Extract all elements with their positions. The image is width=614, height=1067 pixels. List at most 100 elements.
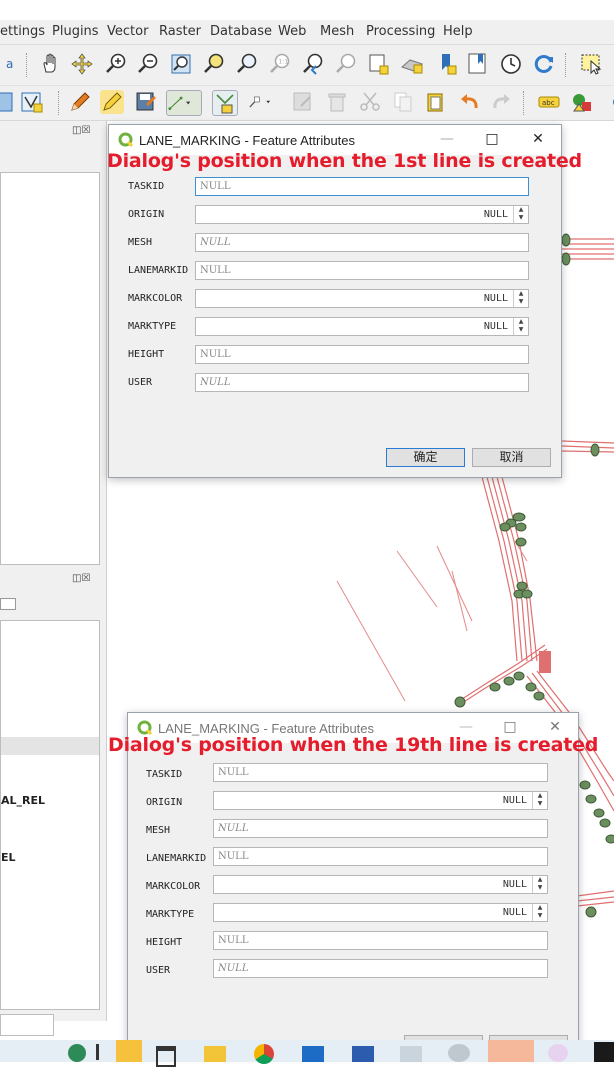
ok-button[interactable]: 确定 xyxy=(386,448,465,467)
panel-float-close-icon[interactable]: ◫☒ xyxy=(72,125,90,136)
marktype-spinbox[interactable]: NULL ▲ ▼ xyxy=(195,317,529,336)
cut-icon[interactable] xyxy=(358,90,382,114)
height-field[interactable]: NULL xyxy=(213,931,548,950)
menu-help[interactable]: Help xyxy=(443,24,473,39)
taskid-field[interactable]: NULL xyxy=(195,177,529,196)
toggle-editing-icon[interactable] xyxy=(100,90,124,114)
menu-vector[interactable]: Vector xyxy=(107,24,148,39)
menu-settings[interactable]: ettings xyxy=(0,24,45,39)
spin-arrows-icon[interactable]: ▲ ▼ xyxy=(513,206,528,223)
modify-table-icon[interactable] xyxy=(291,90,315,114)
refresh-icon[interactable] xyxy=(532,52,556,76)
globe-icon[interactable] xyxy=(68,1044,86,1062)
menu-web[interactable]: Web xyxy=(278,24,306,39)
zoom-to-layer-icon[interactable] xyxy=(235,52,259,76)
origin-spinbox[interactable]: NULL ▲ ▼ xyxy=(195,205,529,224)
add-layer-icon[interactable] xyxy=(0,598,16,610)
field-label: MARKCOLOR xyxy=(128,293,183,304)
app-icon[interactable] xyxy=(400,1046,422,1062)
zoom-next-icon[interactable] xyxy=(334,52,358,76)
paint-icon[interactable] xyxy=(448,1044,470,1062)
lanemarkid-field[interactable]: NULL xyxy=(195,261,529,280)
undo-icon[interactable] xyxy=(457,90,481,114)
redo-icon[interactable] xyxy=(490,90,514,114)
navigation-toolbar: 1:1 a xyxy=(0,45,614,86)
minimize-icon[interactable]: — xyxy=(438,131,456,147)
close-icon[interactable]: ✕ xyxy=(529,131,547,147)
spin-arrows-icon[interactable]: ▲ ▼ xyxy=(513,290,528,307)
select-features-icon[interactable] xyxy=(580,52,604,76)
show-bookmarks-icon[interactable] xyxy=(400,52,424,76)
menu-plugins[interactable]: Plugins xyxy=(52,24,99,39)
taskid-field[interactable]: NULL xyxy=(213,763,548,782)
show-spatial-bookmarks-icon[interactable] xyxy=(466,52,490,76)
digitize-icon[interactable] xyxy=(20,90,44,114)
copy-icon[interactable] xyxy=(391,90,415,114)
pan-icon[interactable] xyxy=(38,52,62,76)
overflow-icon[interactable] xyxy=(602,90,614,114)
select-icon[interactable]: a xyxy=(0,52,13,76)
zoom-out-icon[interactable] xyxy=(136,52,160,76)
bookmark-icon[interactable] xyxy=(436,52,460,76)
menu-raster[interactable]: Raster xyxy=(159,24,201,39)
annotation-second: Dialog's position when the 19th line is … xyxy=(108,734,599,756)
lanemarkid-field[interactable]: NULL xyxy=(213,847,548,866)
minimize-icon[interactable]: — xyxy=(457,719,475,735)
app-icon[interactable] xyxy=(116,1040,142,1062)
paste-icon[interactable] xyxy=(424,90,448,114)
mesh-field[interactable]: NULL xyxy=(195,233,529,252)
menu-database[interactable]: Database xyxy=(210,24,272,39)
field-label: LANEMARKID xyxy=(128,265,189,276)
style-icon[interactable] xyxy=(570,90,594,114)
panel-float-close-icon[interactable]: ◫☒ xyxy=(72,573,90,584)
zoom-last-icon[interactable] xyxy=(301,52,325,76)
cancel-button[interactable]: 取消 xyxy=(472,448,551,467)
app-icon[interactable] xyxy=(548,1044,568,1062)
field-label: HEIGHT xyxy=(146,937,183,948)
height-field[interactable]: NULL xyxy=(195,345,529,364)
user-field[interactable]: NULL xyxy=(213,959,548,978)
temporal-icon[interactable] xyxy=(499,52,523,76)
delete-icon[interactable] xyxy=(325,90,349,114)
active-app-icon[interactable] xyxy=(488,1040,534,1062)
user-field[interactable]: NULL xyxy=(195,373,529,392)
svg-text:1:1: 1:1 xyxy=(279,59,289,66)
spin-arrows-icon[interactable]: ▲ ▼ xyxy=(513,318,528,335)
menu-mesh[interactable]: Mesh xyxy=(320,24,354,39)
menu-processing[interactable]: Processing xyxy=(366,24,435,39)
markcolor-spinbox[interactable]: NULL ▲ ▼ xyxy=(195,289,529,308)
add-line-icon[interactable] xyxy=(166,90,202,116)
vertex-tool-icon[interactable] xyxy=(212,90,238,116)
search-input[interactable] xyxy=(0,1014,54,1036)
zoom-full-icon[interactable] xyxy=(169,52,193,76)
spin-arrows-icon[interactable]: ▲ ▼ xyxy=(532,792,547,809)
zoom-to-selection-icon[interactable] xyxy=(202,52,226,76)
outlook-icon[interactable] xyxy=(302,1046,324,1062)
annotation-first-overlay: Dialog's position when the 1st line is c… xyxy=(107,150,582,172)
chrome-icon[interactable] xyxy=(254,1044,274,1064)
close-icon[interactable]: ✕ xyxy=(546,719,564,735)
folder-icon[interactable] xyxy=(204,1046,226,1062)
field-label: MESH xyxy=(128,237,153,248)
zoom-native-icon[interactable]: 1:1 xyxy=(268,52,292,76)
marktype-spinbox[interactable]: NULL ▲ ▼ xyxy=(213,903,548,922)
spin-arrows-icon[interactable]: ▲ ▼ xyxy=(532,876,547,893)
new-bookmark-icon[interactable] xyxy=(367,52,391,76)
label-icon[interactable]: abc xyxy=(537,90,561,114)
word-icon[interactable] xyxy=(352,1046,374,1062)
terminal-icon[interactable] xyxy=(594,1042,614,1062)
calendar-icon[interactable] xyxy=(156,1046,176,1067)
maximize-icon[interactable]: □ xyxy=(483,131,501,147)
markcolor-spinbox[interactable]: NULL ▲ ▼ xyxy=(213,875,548,894)
taskbar xyxy=(0,1040,614,1067)
pan-to-selection-icon[interactable] xyxy=(70,52,94,76)
mesh-field[interactable]: NULL xyxy=(213,819,548,838)
task-view-icon[interactable] xyxy=(96,1044,113,1060)
save-edits-icon[interactable] xyxy=(134,90,158,114)
origin-spinbox[interactable]: NULL ▲ ▼ xyxy=(213,791,548,810)
zoom-in-icon[interactable] xyxy=(104,52,128,76)
edit-icon[interactable] xyxy=(68,90,92,114)
maximize-icon[interactable]: □ xyxy=(501,719,519,735)
spin-arrows-icon[interactable]: ▲ ▼ xyxy=(532,904,547,921)
modify-attributes-icon[interactable] xyxy=(248,90,286,114)
